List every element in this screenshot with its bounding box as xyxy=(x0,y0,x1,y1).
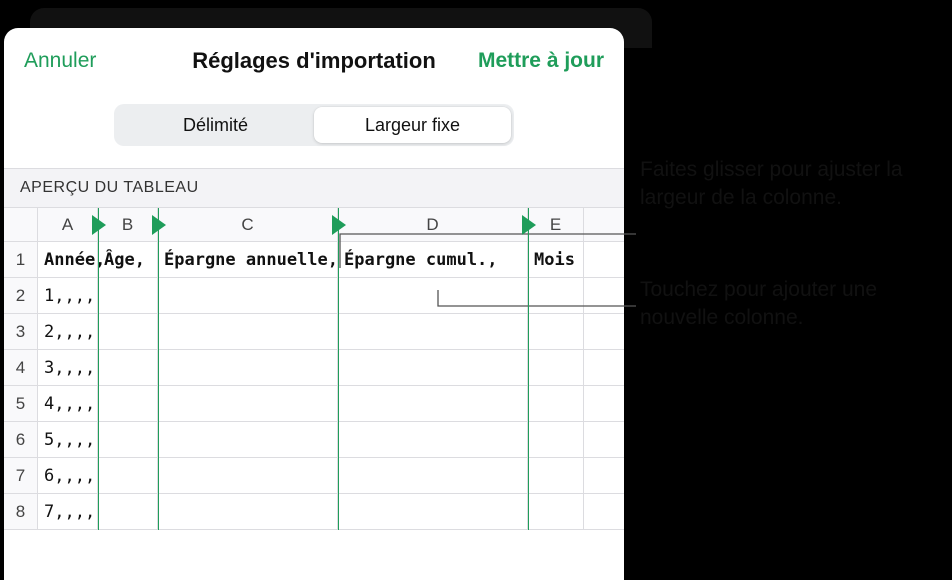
update-button[interactable]: Mettre à jour xyxy=(478,49,604,73)
column-drag-handle-icon[interactable] xyxy=(152,215,166,235)
column-drag-handle-icon[interactable] xyxy=(92,215,106,235)
column-drag-handle-icon[interactable] xyxy=(522,215,536,235)
cancel-button[interactable]: Annuler xyxy=(24,49,96,73)
leader-lines xyxy=(0,0,952,580)
column-drag-handle-icon[interactable] xyxy=(332,215,346,235)
